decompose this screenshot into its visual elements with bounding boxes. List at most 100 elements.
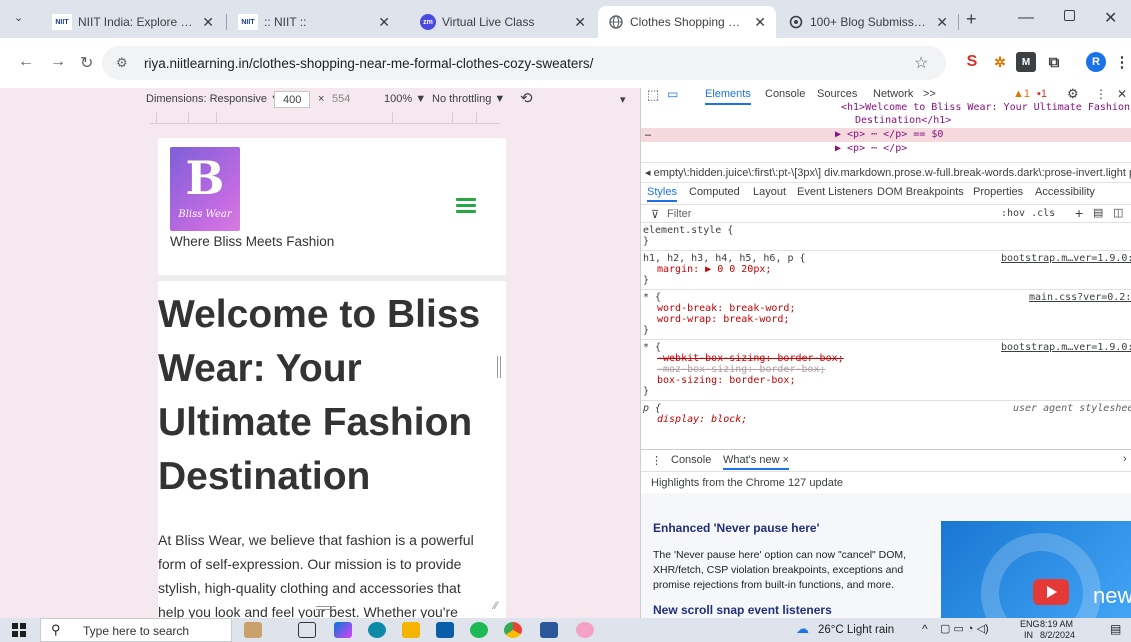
accessibility-tab[interactable]: Accessibility <box>1035 186 1095 198</box>
rule-selector[interactable]: p { <box>643 403 661 414</box>
tab-blog-submission[interactable]: 100+ Blog Submission Sites ✕ <box>778 6 958 38</box>
devtools-menu-icon[interactable]: ⋮ <box>1095 88 1107 101</box>
device-toggle-icon[interactable]: ▭ <box>667 88 678 101</box>
width-input[interactable]: 400 <box>274 91 310 108</box>
bliss-wear-logo[interactable]: B Bliss Wear <box>170 147 240 231</box>
tab-clothes-shopping[interactable]: Clothes Shopping Near Me - ✕ <box>598 6 776 38</box>
hov-cls-toggles[interactable]: :hov .cls <box>1001 208 1055 219</box>
taskbar-search-box[interactable]: ⚲ Type here to search <box>40 618 232 642</box>
word-icon[interactable] <box>540 622 558 638</box>
dimensions-select[interactable]: Dimensions: Responsive ▼ <box>146 93 281 105</box>
weather-text[interactable]: 26°C Light rain <box>818 624 894 636</box>
tab-niit[interactable]: NIIT :: NIIT :: ✕ <box>228 6 400 38</box>
input-language[interactable]: ENG <box>1020 619 1040 629</box>
drawer-close-icon[interactable]: › <box>1123 453 1127 465</box>
rule-declaration[interactable]: word-wrap: break-word; <box>657 314 789 325</box>
tab-close-icon[interactable]: ✕ <box>574 14 586 31</box>
dom-selected-row[interactable]: … ▶ <p> ⋯ </p> == $0 <box>641 128 1131 142</box>
drawer-tab-whats-new[interactable]: What's new × <box>723 454 789 470</box>
chrome-icon[interactable] <box>504 622 522 638</box>
devtools-tab-network[interactable]: Network <box>873 88 913 100</box>
windows-start-icon[interactable] <box>12 623 26 637</box>
rule-source-link[interactable]: bootstrap.m…ver=1.9.0:7 <box>1001 342 1131 353</box>
url-text[interactable]: riya.niitlearning.in/clothes-shopping-ne… <box>144 56 593 71</box>
dom-node-p[interactable]: ▶ <p> ⋯ </p> <box>835 143 907 154</box>
dom-node-h1-close[interactable]: Destination</h1> <box>855 115 951 126</box>
site-settings-icon[interactable]: ⚙ <box>116 55 128 71</box>
close-window-icon[interactable]: ✕ <box>1104 8 1117 28</box>
notifications-icon[interactable]: ▤ <box>1110 622 1121 636</box>
new-style-rule-icon[interactable]: + <box>1075 205 1083 221</box>
tab-niit-india[interactable]: NIIT NIIT India: Explore the Best C ✕ <box>42 6 224 38</box>
dom-node-h1[interactable]: <h1>Welcome to Bliss Wear: Your Ultimate… <box>841 102 1130 113</box>
zoom-select[interactable]: 100% ▼ <box>384 93 426 105</box>
rule-selector[interactable]: * { <box>643 292 661 303</box>
search-highlight-icon[interactable] <box>244 622 262 638</box>
rotate-icon[interactable]: ⟲ <box>520 89 533 107</box>
inspect-element-icon[interactable]: ⬚ <box>647 88 659 103</box>
extension-puzzle-leaf-icon[interactable]: ✲ <box>990 52 1010 72</box>
feature-title[interactable]: Enhanced 'Never pause here' <box>653 521 819 535</box>
rule-selector[interactable]: element.style { <box>643 225 733 236</box>
rule-declaration[interactable]: margin: ▶ 0 0 20px; <box>657 264 771 275</box>
rule-declaration-overridden[interactable]: -webkit-box-sizing: border-box; <box>657 353 844 364</box>
error-count[interactable]: ▪1 <box>1037 88 1047 100</box>
settings-gear-icon[interactable]: ⚙ <box>1067 88 1079 102</box>
youtube-play-icon[interactable] <box>1033 579 1069 605</box>
rule-source-link[interactable]: bootstrap.m…ver=1.9.0:7 <box>1001 253 1131 264</box>
tab-close-icon[interactable]: ✕ <box>202 14 214 31</box>
address-bar[interactable]: ⚙ riya.niitlearning.in/clothes-shopping-… <box>102 46 946 80</box>
weather-icon[interactable]: ☁ <box>796 621 809 637</box>
whats-new-video-thumbnail[interactable]: new <box>941 521 1131 618</box>
throttling-select[interactable]: No throttling ▼ <box>432 93 505 105</box>
layout-tab[interactable]: Layout <box>753 186 786 198</box>
dom-breadcrumb[interactable]: ◂ empty\:hidden.juice\:first\:pt-\[3px\]… <box>645 166 1131 179</box>
styles-filter-input[interactable]: Filter <box>667 208 691 220</box>
rule-declaration[interactable]: word-break: break-word; <box>657 303 795 314</box>
dom-breakpoints-tab[interactable]: DOM Breakpoints <box>877 186 964 198</box>
pinned-app-icon[interactable] <box>576 622 594 638</box>
back-arrow-icon[interactable]: ← <box>18 53 34 71</box>
tab-virtual-live-class[interactable]: zm Virtual Live Class ✕ <box>410 6 596 38</box>
menu-dots-icon[interactable]: ⋮ <box>1112 52 1131 72</box>
viewport-resize-handle[interactable] <box>497 356 501 378</box>
devtools-more-tabs[interactable]: >> <box>923 88 936 100</box>
styles-tab[interactable]: Styles <box>647 186 677 202</box>
spotify-icon[interactable] <box>470 622 488 638</box>
drawer-menu-icon[interactable]: ⋮ <box>651 454 662 467</box>
feature2-title[interactable]: New scroll snap event listeners <box>653 603 832 617</box>
extension-s-icon[interactable]: S <box>962 52 982 72</box>
minimize-icon[interactable]: — <box>1018 9 1034 27</box>
extensions-puzzle-icon[interactable]: ⧉ <box>1044 52 1064 72</box>
clock-date[interactable]: 8/2/2024 <box>1040 630 1075 640</box>
corner-resize-handle[interactable]: ⁄⁄ <box>494 600 498 612</box>
file-explorer-icon[interactable] <box>402 622 420 638</box>
rule-source-link[interactable]: main.css?ver=0.2:8 <box>1029 292 1131 303</box>
rule-declaration[interactable]: box-sizing: border-box; <box>657 375 795 386</box>
tray-icons[interactable]: ▢ ▭ ◔ ◁) <box>940 622 989 635</box>
drawer-tab-console[interactable]: Console <box>671 454 711 466</box>
task-view-icon[interactable] <box>298 622 316 638</box>
extension-m-icon[interactable]: M <box>1016 52 1036 72</box>
clock-time[interactable]: 8:19 AM <box>1040 619 1073 629</box>
copilot-icon[interactable] <box>334 622 352 638</box>
profile-avatar[interactable]: R <box>1086 52 1106 72</box>
rule-declaration-overridden[interactable]: -moz-box-sizing: border-box; <box>657 364 826 375</box>
tab-close-icon[interactable]: ✕ <box>378 14 390 31</box>
computed-tab[interactable]: Computed <box>689 186 740 198</box>
new-tab-plus-icon[interactable]: + <box>966 9 977 30</box>
rule-selector[interactable]: h1, h2, h3, h4, h5, h6, p { <box>643 253 806 264</box>
rule-selector[interactable]: * { <box>643 342 661 353</box>
devtools-tab-console[interactable]: Console <box>765 88 805 100</box>
tab-close-icon[interactable]: ✕ <box>936 14 948 31</box>
reload-icon[interactable]: ↻ <box>80 53 93 73</box>
mail-icon[interactable] <box>436 622 454 638</box>
forward-arrow-icon[interactable]: → <box>50 53 66 71</box>
devtools-tab-sources[interactable]: Sources <box>817 88 857 100</box>
hamburger-menu-icon[interactable] <box>456 198 476 214</box>
properties-tab[interactable]: Properties <box>973 186 1023 198</box>
sidebar-toggle-icon[interactable]: ◫ <box>1113 206 1123 219</box>
tab-search-chevron-icon[interactable]: ⌄ <box>14 11 23 24</box>
event-listeners-tab[interactable]: Event Listeners <box>797 186 873 198</box>
computed-toggle-icon[interactable]: ▤ <box>1093 206 1103 219</box>
